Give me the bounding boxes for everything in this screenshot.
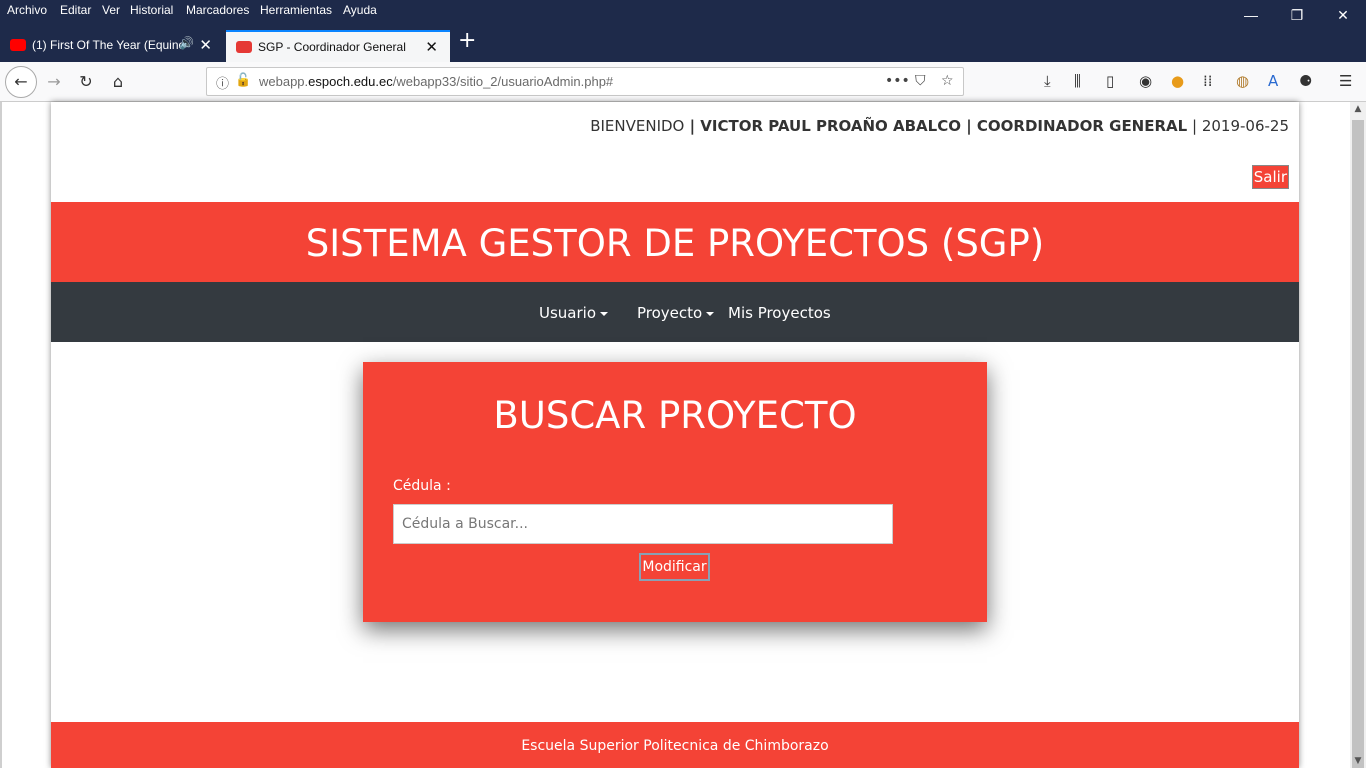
extension-face-icon[interactable]: ◍ — [1236, 72, 1249, 90]
cedula-search-input[interactable] — [393, 504, 893, 544]
caret-down-icon — [706, 311, 715, 316]
url-bar[interactable]: ⓘ 🔓 webapp.espoch.edu.ec/webapp33/sitio_… — [206, 67, 964, 96]
browser-tabbar: (1) First Of The Year (Equino 🔊 ✕ SGP - … — [0, 22, 1366, 62]
insecure-lock-icon[interactable]: 🔓 — [235, 73, 251, 88]
scroll-up-icon[interactable]: ▲ — [1350, 104, 1366, 114]
speaker-icon[interactable]: 🔊 — [179, 36, 194, 50]
url-text[interactable]: webapp.espoch.edu.ec/webapp33/sitio_2/us… — [259, 74, 613, 89]
back-icon[interactable]: ← — [5, 66, 37, 98]
download-icon[interactable]: ⤓ — [1044, 72, 1051, 90]
footer-text: Escuela Superior Politecnica de Chimbora… — [521, 738, 829, 754]
menu-editar[interactable]: Editar — [60, 3, 91, 17]
logout-button[interactable]: Salir — [1251, 165, 1289, 189]
close-tab-icon[interactable]: ✕ — [199, 36, 212, 54]
extension-c-icon[interactable]: ● — [1171, 72, 1184, 90]
menu-ver[interactable]: Ver — [102, 3, 120, 17]
menu-herramientas[interactable]: Herramientas — [260, 3, 332, 17]
page-container: BIENVENIDO | VICTOR PAUL PROAÑO ABALCO |… — [51, 102, 1299, 768]
extension-dots-icon[interactable]: ⚈ — [1299, 72, 1312, 90]
cedula-label: Cédula : — [393, 478, 451, 494]
scroll-down-icon[interactable]: ▼ — [1350, 756, 1366, 766]
translate-icon[interactable]: A — [1268, 72, 1278, 90]
vertical-scrollbar[interactable]: ▲ ▼ — [1350, 102, 1366, 768]
separator: | — [684, 117, 701, 135]
nav-proyecto-dropdown[interactable]: Proyecto — [637, 304, 715, 322]
info-icon[interactable]: ⓘ — [216, 73, 229, 92]
bookmark-star-icon[interactable]: ☆ — [941, 73, 954, 89]
user-name: VICTOR PAUL PROAÑO ABALCO | COORDINADOR … — [700, 117, 1188, 135]
menu-historial[interactable]: Historial — [130, 3, 173, 17]
tab-title: (1) First Of The Year (Equino — [32, 38, 182, 52]
tab-sgp[interactable]: SGP - Coordinador General ✕ — [226, 30, 450, 62]
nav-mis-proyectos[interactable]: Mis Proyectos — [728, 304, 831, 322]
separator: | — [1187, 117, 1202, 135]
youtube-icon — [10, 39, 26, 51]
account-icon[interactable]: ◉ — [1139, 72, 1152, 90]
extension-grid-icon[interactable]: ⁞⁞ — [1203, 72, 1213, 90]
sidebar-icon[interactable]: ▯ — [1106, 72, 1114, 90]
sgp-favicon-icon — [236, 41, 252, 53]
hamburger-menu-icon[interactable]: ☰ — [1339, 72, 1352, 90]
welcome-line: BIENVENIDO | VICTOR PAUL PROAÑO ABALCO |… — [590, 117, 1289, 135]
forward-icon[interactable]: → — [41, 69, 67, 95]
menu-ayuda[interactable]: Ayuda — [343, 3, 377, 17]
search-title: BUSCAR PROYECTO — [493, 394, 857, 437]
footer: Escuela Superior Politecnica de Chimbora… — [51, 722, 1299, 768]
window-edge — [0, 102, 2, 768]
welcome-text: BIENVENIDO — [590, 117, 685, 135]
tab-title: SGP - Coordinador General — [258, 40, 406, 54]
nav-usuario-dropdown[interactable]: Usuario — [539, 304, 609, 322]
modificar-button[interactable]: Modificar — [639, 553, 710, 581]
new-tab-icon[interactable]: + — [458, 28, 476, 53]
caret-down-icon — [600, 311, 609, 316]
search-card: BUSCAR PROYECTO Cédula : Modificar — [363, 362, 987, 622]
browser-navbar: ← → ↻ ⌂ ⓘ 🔓 webapp.espoch.edu.ec/webapp3… — [0, 62, 1366, 102]
reload-icon[interactable]: ↻ — [73, 69, 99, 95]
site-banner: SISTEMA GESTOR DE PROYECTOS (SGP) — [51, 202, 1299, 282]
tab-youtube[interactable]: (1) First Of The Year (Equino 🔊 ✕ — [0, 30, 224, 62]
site-title: SISTEMA GESTOR DE PROYECTOS (SGP) — [305, 222, 1045, 265]
more-icon[interactable]: ••• — [885, 73, 910, 89]
menu-marcadores[interactable]: Marcadores — [186, 3, 249, 17]
close-tab-icon[interactable]: ✕ — [425, 38, 438, 56]
menu-archivo[interactable]: Archivo — [7, 3, 47, 17]
main-nav: Usuario Proyecto Mis Proyectos — [51, 282, 1299, 342]
library-icon[interactable]: ⫼ — [1074, 72, 1081, 90]
pocket-icon[interactable]: ⛉ — [915, 73, 926, 89]
browser-menubar: Archivo Editar Ver Historial Marcadores … — [0, 0, 1366, 23]
current-date: 2019-06-25 — [1201, 117, 1289, 135]
home-icon[interactable]: ⌂ — [105, 69, 131, 95]
scrollbar-thumb[interactable] — [1352, 120, 1364, 768]
